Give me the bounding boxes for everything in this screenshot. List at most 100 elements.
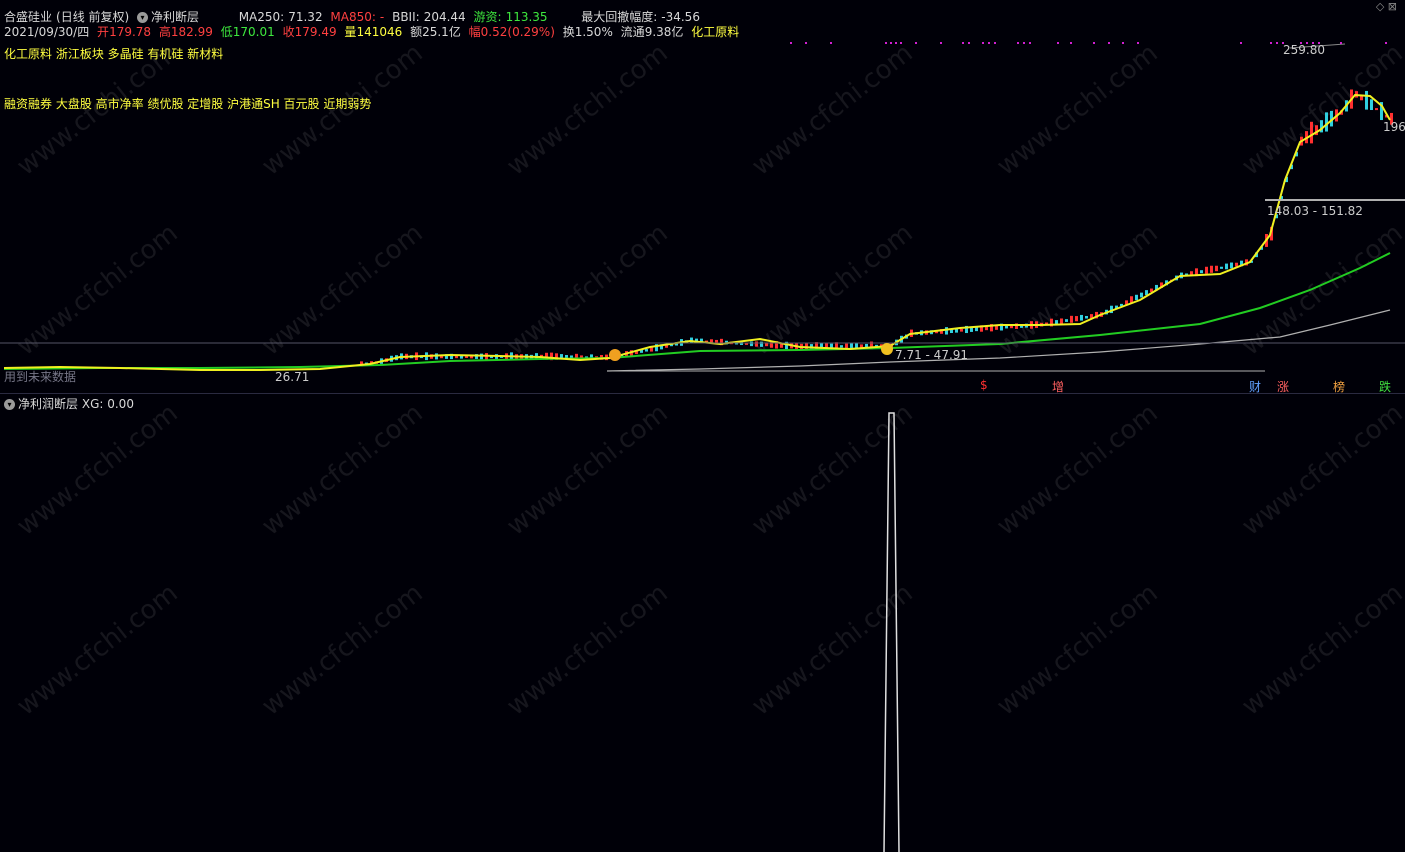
- signal-dot: [1270, 42, 1272, 44]
- candle: [840, 345, 843, 348]
- signal-dot: [1276, 42, 1278, 44]
- header-row: 合盛硅业 (日线 前复权) ▾ 净利断层 MA250: 71.32 MA850: - B…: [4, 8, 704, 24]
- quote-date: 2021/09/30/四: [4, 25, 90, 39]
- signal-dot: [1070, 42, 1072, 44]
- close-label: 收: [282, 25, 295, 39]
- signal-dot: [1023, 42, 1025, 44]
- signal-dot: [994, 42, 996, 44]
- high-label: 高: [158, 25, 171, 39]
- tags-line-1: 化工原料 浙江板块 多晶硅 有机硅 新材料: [4, 47, 224, 61]
- signal-dot: [885, 42, 887, 44]
- signal-dot: [915, 42, 917, 44]
- signal-dot: [968, 42, 970, 44]
- signal-dot: [1029, 42, 1031, 44]
- right-value-label: 196: [1383, 120, 1405, 134]
- ma850-value: -: [379, 10, 385, 24]
- turnover-label: 换: [562, 25, 575, 39]
- candle: [1230, 262, 1233, 269]
- future-data-note: 用到未来数据: [4, 370, 77, 384]
- low-label: 26.71: [275, 370, 310, 384]
- indicator-chart[interactable]: [0, 395, 1405, 852]
- candle: [1060, 318, 1063, 324]
- candle: [960, 328, 963, 332]
- candle: [1135, 294, 1138, 301]
- panel-divider[interactable]: [0, 393, 1405, 394]
- ma-short-line: [3, 93, 1391, 371]
- signal-dot: [890, 42, 892, 44]
- signal-dot: [982, 42, 984, 44]
- candle: [1375, 108, 1378, 111]
- candle: [1005, 325, 1008, 329]
- change-label: 幅: [468, 25, 481, 39]
- marker-dollar[interactable]: $: [980, 378, 988, 392]
- turnover-value: 1.50%: [574, 25, 613, 39]
- signal-dot: [1340, 42, 1342, 44]
- candle: [1210, 265, 1213, 273]
- range-mid-label: 7.71 - 47.91: [895, 348, 969, 362]
- bbi-value: 204.44: [423, 10, 466, 24]
- open-value: 179.78: [109, 25, 152, 39]
- signal-dot: [1122, 42, 1124, 44]
- signal-dot: [1057, 42, 1059, 44]
- candle: [1200, 270, 1203, 274]
- signal-dot: [1108, 42, 1110, 44]
- ma850-label: MA850:: [330, 10, 376, 24]
- youzi-value: 113.35: [505, 10, 548, 24]
- candle: [1365, 90, 1368, 110]
- candle: [1145, 290, 1148, 296]
- bbi-label: BBII:: [392, 10, 420, 24]
- candle: [1065, 319, 1068, 322]
- signal-dot: [900, 42, 902, 44]
- ma-long-line: [606, 309, 1391, 372]
- ma250-label: MA250:: [238, 10, 285, 24]
- change-value: 0.52(0.29%): [480, 25, 555, 39]
- ma250-value: 71.32: [288, 10, 323, 24]
- signal-dot: [1385, 42, 1387, 44]
- price-chart[interactable]: [0, 40, 1405, 392]
- ma-mid-line: [3, 252, 1391, 370]
- volume-value: 141046: [356, 25, 403, 39]
- signal-dot: [940, 42, 942, 44]
- volume-label: 量: [344, 25, 357, 39]
- candle: [1205, 266, 1208, 274]
- open-label: 开: [97, 25, 110, 39]
- signal-dot: [895, 42, 897, 44]
- window-controls[interactable]: ◇ ⊠: [1376, 0, 1397, 13]
- candle: [845, 343, 848, 349]
- signal-dot: [830, 42, 832, 44]
- candle: [1075, 316, 1078, 322]
- candle: [1325, 112, 1328, 132]
- signal-dot: [1017, 42, 1019, 44]
- candle: [1220, 266, 1223, 269]
- candle: [750, 341, 753, 347]
- candlesticks: [360, 89, 1393, 367]
- signal-dot: [805, 42, 807, 44]
- candle: [985, 326, 988, 331]
- candle: [645, 349, 648, 352]
- candle: [1310, 121, 1313, 144]
- signal-icon-1[interactable]: [609, 349, 621, 361]
- amount-label: 额: [410, 25, 423, 39]
- low-label: 低: [220, 25, 233, 39]
- low-value: 170.01: [232, 25, 275, 39]
- signal-dot: [1137, 42, 1139, 44]
- close-value: 179.49: [294, 25, 337, 39]
- tags-line-2: 融资融券 大盘股 高市净率 绩优股 定增股 沪港通SH 百元股 近期弱势: [4, 97, 372, 111]
- signal-dot: [1240, 42, 1242, 44]
- signal-dot: [790, 42, 792, 44]
- candle: [1080, 314, 1083, 321]
- float-value: 9.38亿: [644, 25, 684, 39]
- candle: [755, 341, 758, 347]
- industry-label: 化工原料: [691, 25, 740, 39]
- signal-dot: [988, 42, 990, 44]
- amount-value: 25.1亿: [422, 25, 461, 39]
- range-high-label: 148.03 - 151.82: [1267, 204, 1363, 218]
- candle: [1225, 263, 1228, 270]
- candle: [1070, 315, 1073, 323]
- chevron-down-icon[interactable]: ▾: [137, 12, 149, 23]
- float-label: 流通: [620, 25, 645, 39]
- candle: [945, 327, 948, 335]
- candle: [1055, 320, 1058, 325]
- candle: [1360, 96, 1363, 101]
- signal-icon-2[interactable]: [881, 343, 893, 355]
